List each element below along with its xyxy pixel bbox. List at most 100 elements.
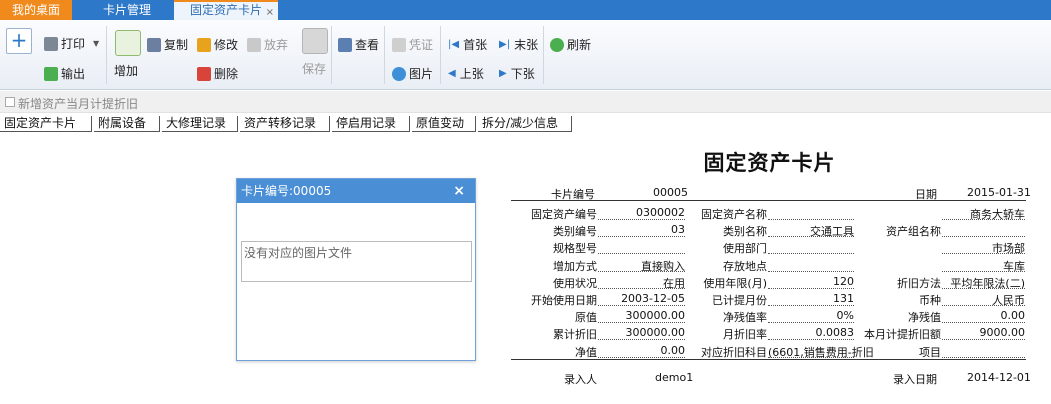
export-icon bbox=[44, 66, 58, 81]
date-value: 2015-01-31 bbox=[967, 186, 1031, 199]
card-title: 固定资产卡片 bbox=[703, 150, 836, 175]
tab-fixed-asset-card[interactable]: 固定资产卡片 × bbox=[174, 0, 278, 20]
prev-icon: ◀ bbox=[448, 68, 456, 79]
discard-button[interactable]: 放弃 bbox=[247, 36, 288, 53]
field-value: 120 bbox=[833, 274, 854, 288]
divider bbox=[511, 359, 1026, 360]
refresh-button[interactable]: 刷新 bbox=[550, 36, 591, 53]
subtab-major-repair[interactable]: 大修理记录 bbox=[162, 116, 238, 132]
picture-button[interactable]: 图片 bbox=[392, 65, 433, 82]
print-label: 打印 bbox=[61, 37, 86, 51]
discard-icon bbox=[247, 37, 261, 52]
next-button[interactable]: ▶ 下张 bbox=[499, 65, 535, 82]
divider bbox=[331, 26, 332, 84]
field-value: 0% bbox=[836, 309, 854, 323]
close-icon[interactable]: × bbox=[453, 179, 465, 203]
add-button[interactable]: 增加 bbox=[114, 62, 138, 79]
field-value: 03 bbox=[671, 223, 685, 237]
copy-icon bbox=[147, 37, 161, 52]
pencil-icon bbox=[197, 37, 211, 52]
prev-button[interactable]: ◀ 上张 bbox=[448, 65, 484, 82]
field-value: 0.0083 bbox=[815, 326, 855, 340]
subtab-split-reduce[interactable]: 拆分/减少信息 bbox=[478, 116, 572, 132]
field-value: 商务大轿车 bbox=[970, 208, 1025, 221]
field-value: 交通工具 bbox=[810, 225, 854, 239]
next-icon: ▶ bbox=[499, 68, 507, 79]
field-label: 类别编号 bbox=[553, 225, 597, 239]
export-button[interactable]: 输出 bbox=[44, 65, 85, 82]
field-underline bbox=[942, 339, 1025, 341]
edit-button[interactable]: 修改 bbox=[197, 36, 238, 53]
field-label: 类别名称 bbox=[723, 225, 767, 239]
add-icon[interactable]: + bbox=[6, 28, 32, 54]
last-page-icon: ▶| bbox=[499, 39, 511, 50]
field-value: 2003-12-05 bbox=[621, 292, 685, 305]
refresh-label: 刷新 bbox=[567, 38, 592, 52]
dialog-message: 没有对应的图片文件 bbox=[241, 241, 472, 282]
field-underline bbox=[598, 219, 685, 220]
first-label: 首张 bbox=[463, 38, 488, 52]
field-underline bbox=[768, 253, 854, 255]
field-underline bbox=[942, 356, 1025, 358]
field-label: 对应折旧科目 bbox=[701, 345, 767, 359]
options-row: 新增资产当月计提折旧 bbox=[0, 91, 1051, 113]
field-value: 0.00 bbox=[1000, 309, 1026, 323]
picture-label: 图片 bbox=[409, 67, 434, 81]
toolbar: + 打印 ▼ 输出 增加 复制 修改 放弃 删除 保存 查看 凭证 图片 |◀ … bbox=[0, 20, 1051, 90]
subtab-attached-equipment[interactable]: 附属设备 bbox=[94, 116, 160, 132]
field-label: 累计折旧 bbox=[553, 328, 597, 342]
field-value: 0300002 bbox=[636, 206, 685, 219]
entered-by-value: demo1 bbox=[655, 371, 694, 384]
field-label: 原值 bbox=[575, 311, 597, 325]
field-label: 使用部门 bbox=[723, 242, 767, 256]
depreciation-checkbox[interactable] bbox=[5, 97, 15, 107]
tab-fixed-asset-card-label: 固定资产卡片 bbox=[189, 3, 262, 17]
field-value: 300000.00 bbox=[625, 309, 686, 323]
field-value: (6601,销售费用-折旧 bbox=[768, 345, 874, 359]
subtab-fixed-asset-card[interactable]: 固定资产卡片 bbox=[0, 116, 92, 132]
subtab-original-value-change[interactable]: 原值变动 bbox=[412, 116, 476, 132]
view-button[interactable]: 查看 bbox=[338, 36, 379, 53]
delete-button[interactable]: 删除 bbox=[197, 65, 238, 82]
view-icon bbox=[338, 37, 352, 52]
field-underline bbox=[942, 322, 1025, 324]
depreciation-checkbox-label: 新增资产当月计提折旧 bbox=[18, 97, 139, 111]
field-label: 净残值 bbox=[908, 311, 941, 325]
field-underline bbox=[598, 305, 685, 306]
field-value: 131 bbox=[833, 292, 854, 305]
save-icon[interactable] bbox=[302, 28, 328, 54]
field-underline bbox=[768, 287, 854, 289]
field-label: 使用年限(月) bbox=[703, 276, 767, 290]
save-button[interactable]: 保存 bbox=[302, 60, 326, 77]
save-label: 保存 bbox=[302, 62, 327, 76]
field-label: 规格型号 bbox=[553, 242, 597, 256]
tab-card-management[interactable]: 卡片管理 bbox=[82, 0, 172, 20]
chevron-down-icon[interactable]: ▼ bbox=[93, 39, 99, 48]
field-value: 车库 bbox=[1003, 259, 1025, 273]
first-button[interactable]: |◀ 首张 bbox=[448, 36, 487, 53]
field-underline bbox=[942, 236, 1025, 238]
print-button[interactable]: 打印 ▼ bbox=[44, 35, 99, 52]
divider bbox=[543, 26, 544, 84]
field-underline bbox=[768, 305, 854, 306]
field-label: 折旧方法 bbox=[897, 276, 941, 290]
subtab-stop-start[interactable]: 停启用记录 bbox=[332, 116, 410, 132]
close-icon[interactable]: × bbox=[266, 4, 274, 21]
add-document-icon[interactable] bbox=[115, 30, 141, 56]
copy-button[interactable]: 复制 bbox=[147, 36, 188, 53]
field-value: 9000.00 bbox=[979, 326, 1026, 340]
field-underline bbox=[768, 219, 854, 220]
last-button[interactable]: ▶| 末张 bbox=[499, 36, 538, 53]
field-value: 0.00 bbox=[660, 343, 686, 357]
field-label: 存放地点 bbox=[723, 259, 767, 273]
field-underline bbox=[598, 356, 685, 358]
voucher-button[interactable]: 凭证 bbox=[392, 36, 433, 53]
voucher-icon bbox=[392, 37, 406, 52]
field-underline bbox=[598, 339, 685, 341]
field-label: 资产组名称 bbox=[886, 225, 941, 239]
add-label: 增加 bbox=[114, 64, 139, 78]
entry-date-value: 2014-12-01 bbox=[967, 371, 1031, 384]
tab-my-desktop[interactable]: 我的桌面 bbox=[0, 0, 72, 20]
top-tab-bar: 我的桌面 卡片管理 固定资产卡片 × bbox=[0, 0, 1051, 20]
subtab-asset-transfer[interactable]: 资产转移记录 bbox=[240, 116, 330, 132]
